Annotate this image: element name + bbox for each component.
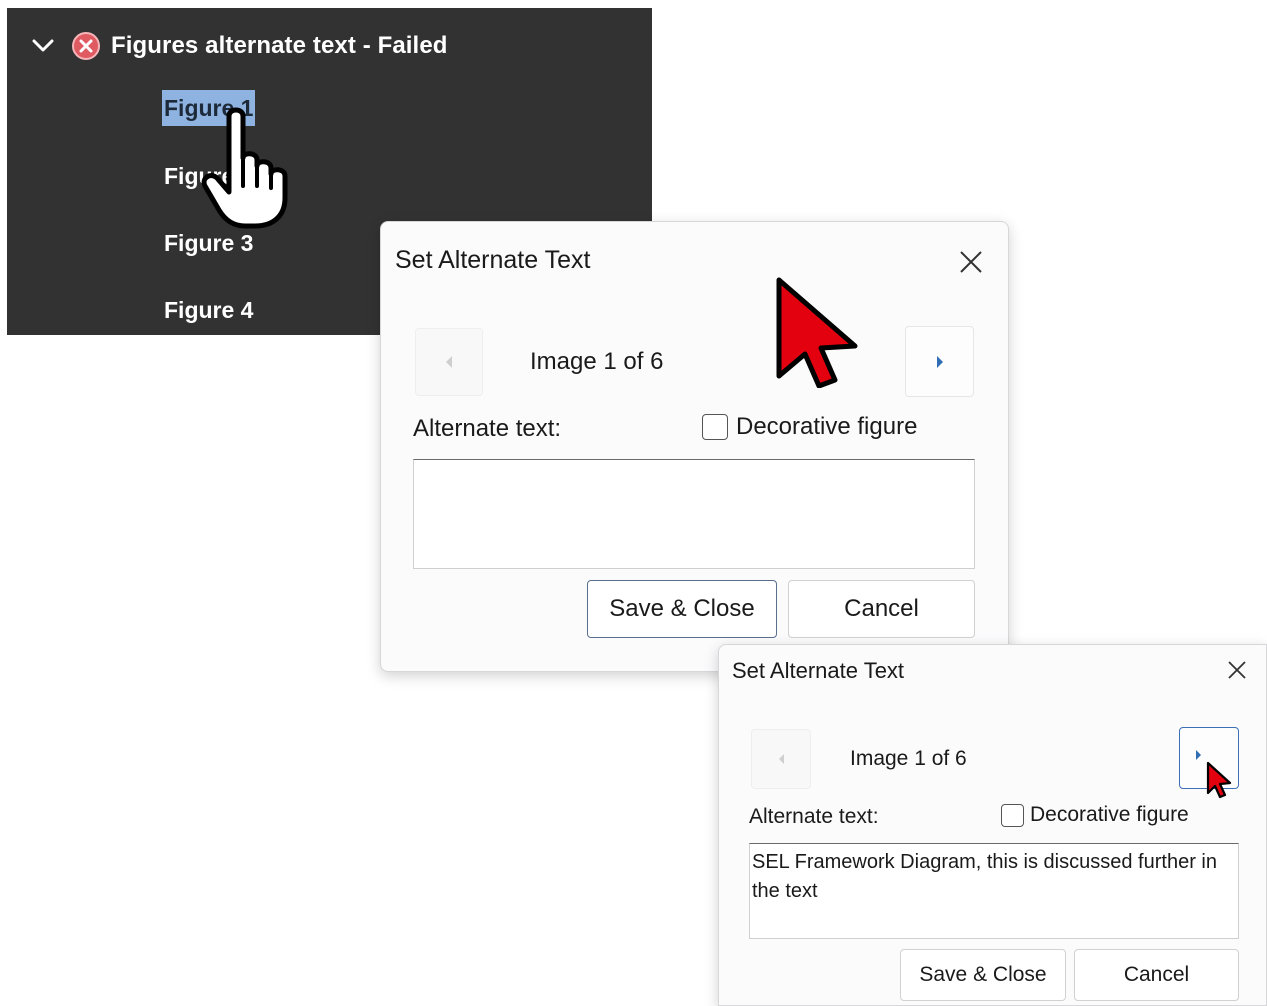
- previous-image-button[interactable]: [415, 328, 483, 396]
- decorative-figure-label: Decorative figure: [1030, 803, 1189, 826]
- image-counter: Image 1 of 6: [530, 348, 664, 375]
- fail-icon: [71, 31, 101, 61]
- dialog-title: Set Alternate Text: [395, 246, 591, 274]
- chevron-down-icon[interactable]: [29, 32, 57, 60]
- arrow-cursor: [776, 277, 858, 388]
- next-image-button[interactable]: [905, 326, 974, 397]
- figure-item[interactable]: Figure 4: [162, 292, 255, 328]
- close-icon[interactable]: [1219, 653, 1255, 687]
- alt-text-input[interactable]: SEL Framework Diagram, this is discussed…: [749, 843, 1239, 939]
- decorative-figure-label: Decorative figure: [736, 413, 918, 440]
- dialog-title: Set Alternate Text: [732, 658, 905, 683]
- check-rule-label: Figures alternate text - Failed: [111, 32, 448, 59]
- save-close-button[interactable]: Save & Close: [587, 580, 777, 638]
- set-alt-text-dialog: Set Alternate Text Image 1 of 6 Alternat…: [380, 221, 1009, 672]
- arrow-right-icon: [936, 355, 943, 368]
- previous-image-button[interactable]: [751, 729, 811, 789]
- close-icon[interactable]: [951, 244, 991, 280]
- alt-text-check-row[interactable]: Figures alternate text - Failed: [29, 30, 448, 62]
- checkbox[interactable]: [702, 414, 728, 440]
- alt-text-label: Alternate text:: [413, 415, 562, 442]
- arrow-cursor: [1206, 761, 1232, 799]
- hand-pointer-cursor: [201, 107, 288, 229]
- decorative-figure-checkbox[interactable]: Decorative figure: [702, 413, 917, 441]
- cancel-button[interactable]: Cancel: [788, 580, 975, 638]
- cancel-button[interactable]: Cancel: [1074, 949, 1239, 1001]
- checkbox[interactable]: [1001, 803, 1024, 827]
- set-alt-text-dialog-filled: Set Alternate Text Image 1 of 6 Alternat…: [718, 644, 1267, 1006]
- arrow-left-icon: [446, 356, 452, 368]
- decorative-figure-checkbox[interactable]: Decorative figure: [1001, 803, 1189, 827]
- arrow-right-icon: [1195, 750, 1201, 760]
- image-counter: Image 1 of 6: [850, 747, 967, 770]
- arrow-left-icon: [778, 754, 784, 764]
- alt-text-input[interactable]: [413, 459, 975, 569]
- save-close-button[interactable]: Save & Close: [900, 949, 1066, 1001]
- alt-text-label: Alternate text:: [749, 805, 879, 828]
